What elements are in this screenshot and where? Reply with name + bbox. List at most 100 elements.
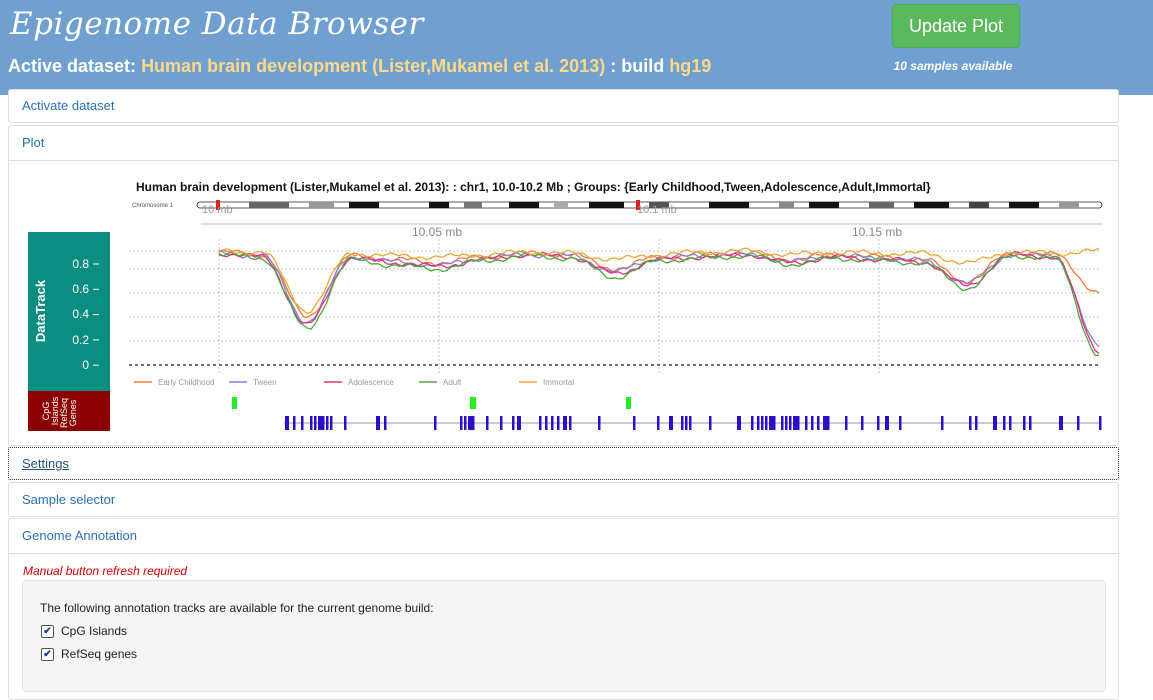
- gene-exon: [551, 416, 554, 430]
- refseq-genes-option[interactable]: ✔ RefSeq genes: [41, 647, 137, 661]
- gene-exon: [993, 416, 997, 430]
- gene-exon: [517, 416, 521, 430]
- legend-label: Adolescence: [348, 378, 394, 387]
- sample-selector-toggle[interactable]: Sample selector: [9, 483, 1118, 516]
- gene-exon: [797, 416, 800, 430]
- genome-annotation-panel: Genome Annotation Manual button refresh …: [8, 518, 1119, 700]
- gene-exon: [817, 416, 820, 430]
- axis-label-10-05: 10.05 mb: [412, 225, 462, 239]
- gene-exon: [805, 416, 808, 430]
- datatrack-label: DataTrack: [33, 279, 48, 342]
- genome-plot: Human brain development (Lister,Mukamel …: [28, 180, 1103, 431]
- app-header: Epigenome Data Browser Active dataset: H…: [0, 0, 1153, 95]
- active-dataset-prefix: Active dataset:: [8, 56, 142, 76]
- settings-toggle[interactable]: Settings: [9, 448, 1118, 479]
- gene-exon: [464, 416, 467, 430]
- gene-exon: [330, 416, 333, 430]
- gene-exon: [751, 416, 754, 430]
- gene-exon: [486, 416, 489, 430]
- gene-exon: [781, 416, 784, 430]
- gene-exon: [293, 416, 296, 430]
- cpg-islands-option[interactable]: ✔ CpG Islands: [41, 624, 127, 638]
- gene-exon: [657, 416, 660, 430]
- gene-exon: [681, 416, 684, 430]
- gene-exon: [811, 416, 814, 430]
- gene-exon: [689, 416, 692, 430]
- gene-exon: [827, 416, 830, 430]
- legend-label: Early Childhood: [158, 378, 214, 387]
- legend-label: Adult: [443, 378, 462, 387]
- cpg-island: [232, 397, 237, 409]
- plot-panel: Plot Human brain development (Lister,Muk…: [8, 125, 1119, 446]
- gene-exon: [877, 416, 880, 430]
- scale-label-10-1mb: 10.1 mb: [637, 204, 677, 216]
- gene-exon: [285, 416, 289, 430]
- scale-label-10mb: 10 mb: [202, 204, 233, 216]
- gene-exon: [310, 416, 313, 430]
- gene-exon: [823, 416, 827, 430]
- gene-exon: [737, 416, 741, 430]
- gene-exon: [769, 416, 773, 430]
- gene-exon: [539, 416, 542, 430]
- gene-exon: [314, 416, 317, 430]
- cpg-islands-label: CpG Islands: [61, 624, 128, 638]
- gene-exon: [468, 416, 472, 430]
- y-tick: 0.4: [72, 307, 89, 321]
- gene-exon: [633, 416, 636, 430]
- gene-exon: [318, 416, 322, 430]
- gene-exon: [785, 416, 788, 430]
- gene-exon: [1099, 416, 1102, 430]
- gene-exon: [669, 416, 673, 430]
- gene-exon: [1029, 416, 1032, 430]
- gene-exon: [322, 416, 325, 430]
- build-prefix: : build: [605, 56, 670, 76]
- y-tick: 0: [82, 358, 89, 372]
- gene-exon: [545, 416, 548, 430]
- plot-legend: Early Childhood Tween Adolescence Adult Immo…: [134, 378, 574, 387]
- refseq-genes-checkbox[interactable]: ✔: [41, 647, 54, 661]
- plot-toggle[interactable]: Plot: [9, 126, 1118, 160]
- gene-exon: [885, 416, 889, 430]
- gene-exon: [757, 416, 760, 430]
- series-line-adolescence: [218, 250, 1100, 355]
- gene-exon: [975, 416, 978, 430]
- gene-exon: [709, 416, 712, 430]
- cpg-island: [626, 397, 631, 409]
- y-tick: 0.8: [72, 257, 89, 271]
- gene-exon: [861, 416, 864, 430]
- gene-exon: [500, 416, 503, 430]
- gene-exon: [563, 416, 567, 430]
- gene-exon: [765, 416, 768, 430]
- gene-exon: [773, 416, 776, 430]
- gene-exon: [460, 416, 463, 430]
- active-dataset-line: Active dataset: Human brain development …: [8, 56, 711, 77]
- gene-exon: [1077, 416, 1080, 430]
- gene-exon: [969, 416, 972, 430]
- gene-exon: [1059, 416, 1063, 430]
- genome-annotation-toggle[interactable]: Genome Annotation: [9, 519, 1118, 553]
- gene-exon: [793, 416, 797, 430]
- gene-exon: [941, 416, 944, 430]
- activate-dataset-panel: Activate dataset: [8, 89, 1119, 123]
- gene-exon: [1009, 416, 1012, 430]
- gene-exon: [899, 416, 902, 430]
- y-tick: 0.2: [72, 333, 89, 347]
- gene-exon: [344, 416, 347, 430]
- active-dataset-name: Human brain development (Lister,Mukamel …: [141, 56, 606, 76]
- cpg-islands-checkbox[interactable]: ✔: [41, 624, 54, 638]
- ideogram-label: Chromosome 1: [132, 203, 174, 209]
- gene-exon: [472, 416, 475, 430]
- gene-exon: [761, 416, 764, 430]
- activate-dataset-toggle[interactable]: Activate dataset: [9, 90, 1118, 122]
- gene-exon: [326, 416, 329, 430]
- cpg-island: [470, 397, 476, 409]
- gene-exon: [512, 416, 515, 430]
- settings-panel: Settings: [8, 447, 1119, 480]
- gene-exon: [301, 416, 304, 430]
- gene-exon: [376, 416, 380, 430]
- gene-exon: [569, 416, 572, 430]
- update-plot-button[interactable]: Update Plot: [892, 4, 1020, 48]
- refseq-genes-track: [284, 416, 1102, 430]
- gene-exon: [557, 416, 560, 430]
- gene-exon: [1023, 416, 1026, 430]
